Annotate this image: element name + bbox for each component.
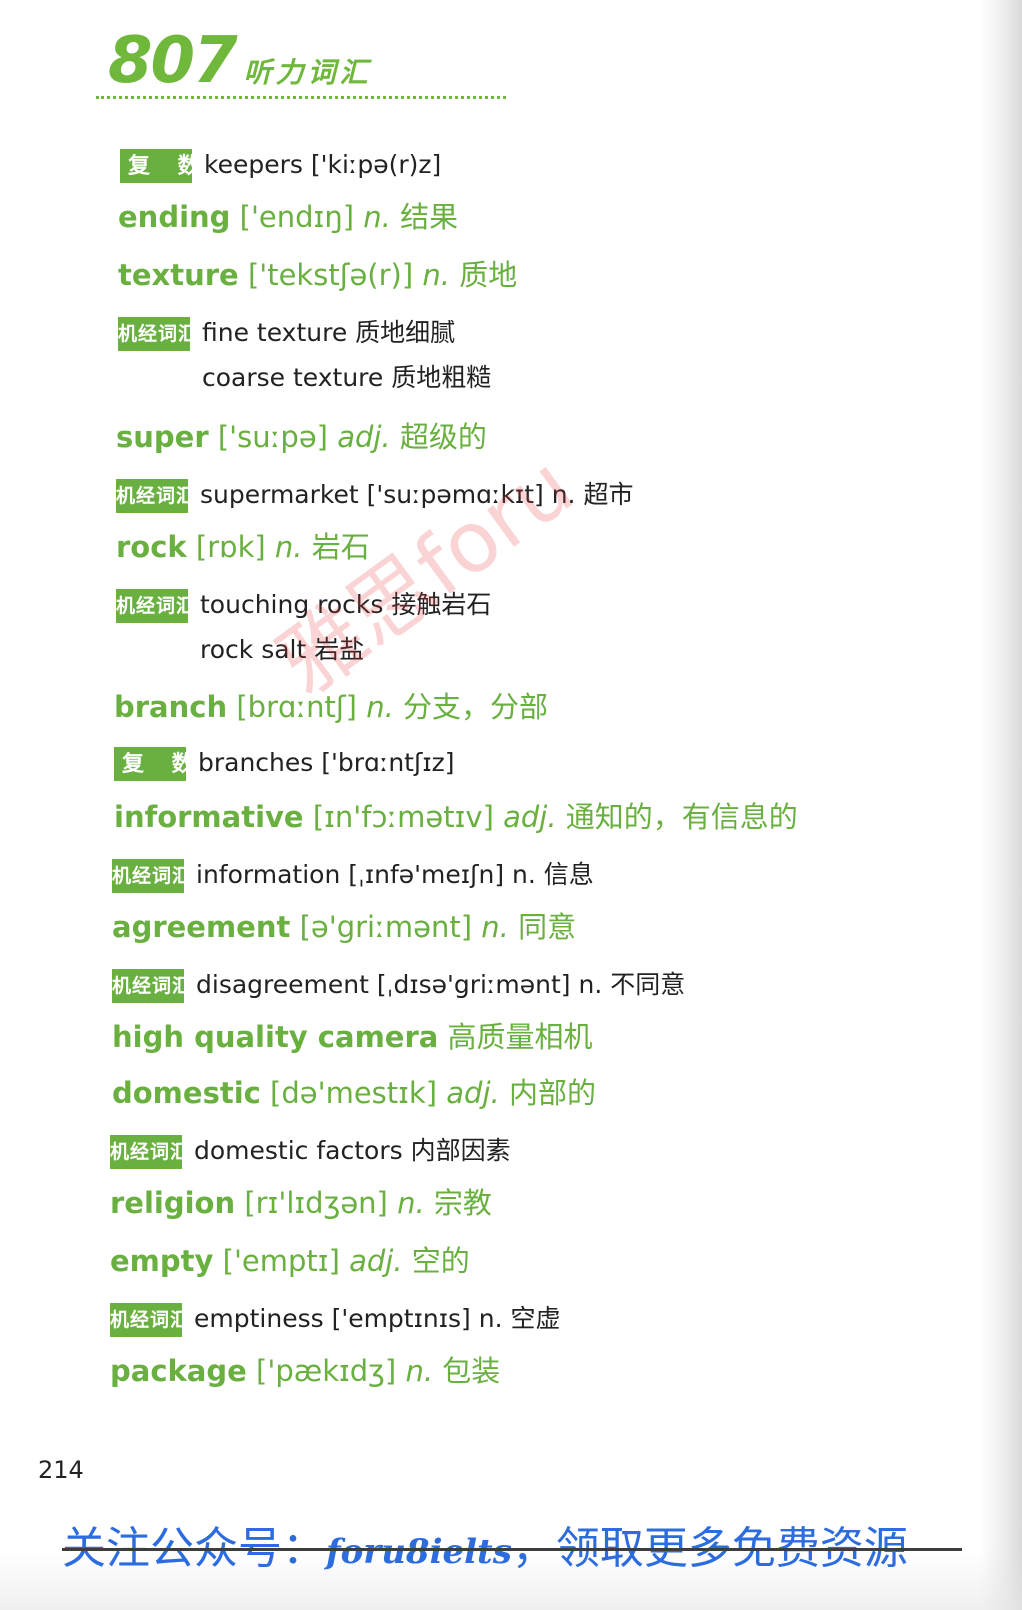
entry-part-of-speech: n. [422,258,450,292]
exam-vocab-badge: 机经词汇 [112,859,191,893]
exam-vocab-badge: 机经词汇 [116,479,195,513]
subentry-line: 复 数keepers ['kiːpə(r)z] [120,148,441,183]
entry-part-of-speech: n. [274,530,303,564]
header-dotted-rule [96,96,506,99]
entry-phonetic: [rɒk] [195,530,266,564]
vocab-subentry: 复 数branches ['brɑːntʃɪz] [114,746,455,781]
subentry-line: 机经词汇 domestic factors 内部因素 [110,1134,511,1169]
entry-meaning: 超级的 [399,420,487,454]
plural-badge: 复 数 [120,149,200,183]
entry-part-of-speech: n. [405,1354,434,1388]
vocab-subentry: 机经词汇 fine texture 质地细腻 coarse texture 质地粗糙 [118,316,491,395]
entry-part-of-speech: n. [366,690,394,724]
subentry-line: 机经词汇 disagreement [ˌdɪsə'griːmənt] n. 不同意 [112,968,685,1003]
exam-vocab-badge: 机经词汇 [116,589,195,623]
entry-phonetic: [ə'griːmənt] [299,910,473,944]
subentry-line: 复 数branches ['brɑːntʃɪz] [114,746,455,781]
vocab-subentry: 机经词汇 emptiness ['emptɪnɪs] n. 空虚 [110,1302,561,1337]
subentry-text: keepers ['kiːpə(r)z] [204,150,442,179]
vocab-entry: texture ['tekstʃə(r)] n. 质地 [118,258,517,292]
entry-word: branch [114,690,228,724]
entry-phonetic: [ɪn'fɔːmətɪv] [312,800,494,834]
entry-word: religion [110,1186,236,1220]
vocab-entry: agreement [ə'griːmənt] n. 同意 [112,910,576,944]
entry-word: agreement [112,910,291,944]
entry-meaning: 高质量相机 [447,1020,593,1054]
entry-phonetic: ['emptɪ] [222,1244,340,1278]
watermark: 雅思foru [260,436,591,714]
subentry-text: disagreement [ˌdɪsə'griːmənt] n. 不同意 [196,970,686,999]
vocab-subentry: 复 数keepers ['kiːpə(r)z] [120,148,441,183]
section-number: 807 [108,24,238,98]
vocab-entry: super ['suːpə] adj. 超级的 [116,420,487,454]
vocab-entry: informative [ɪn'fɔːmətɪv] adj. 通知的，有信息的 [114,800,798,834]
subentry-line: 机经词汇 emptiness ['emptɪnɪs] n. 空虚 [110,1302,561,1337]
entry-part-of-speech: adj. [503,800,557,834]
entry-meaning: 分支，分部 [403,690,549,724]
subentry-text: information [ˌɪnfə'meɪʃn] n. 信息 [196,860,594,889]
entry-phonetic: ['tekstʃə(r)] [247,258,414,292]
entry-word: informative [114,800,304,834]
vocab-entry: religion [rɪ'lɪdʒən] n. 宗教 [110,1186,492,1220]
vocab-subentry: 机经词汇 disagreement [ˌdɪsə'griːmənt] n. 不同意 [112,968,685,1003]
entry-phonetic: [rɪ'lɪdʒən] [244,1186,388,1220]
exam-vocab-badge: 机经词汇 [118,317,197,351]
exam-vocab-badge: 机经词汇 [112,969,191,1003]
vocab-entry: package ['pækɪdʒ] n. 包装 [110,1354,500,1388]
entry-part-of-speech: n. [363,200,391,234]
subentry-line: 机经词汇 information [ˌɪnfə'meɪʃn] n. 信息 [112,858,594,893]
entry-meaning: 通知的，有信息的 [565,800,798,834]
entry-word: empty [110,1244,214,1278]
section-header: 807 听力词汇 [108,26,372,96]
page-number: 214 [38,1456,84,1484]
subentry-text: branches ['brɑːntʃɪz] [198,748,455,777]
entry-word: super [116,420,209,454]
subentry-text: fine texture 质地细腻 [202,318,456,347]
footer-strike-line [62,1548,962,1551]
vocab-entry: domestic [də'mestɪk] adj. 内部的 [112,1076,596,1110]
entry-meaning: 同意 [518,910,577,944]
entry-part-of-speech: adj. [446,1076,500,1110]
entry-phonetic: [də'mestɪk] [270,1076,438,1110]
entry-word: high quality camera [112,1020,439,1054]
page-edge [980,0,1022,1610]
entry-part-of-speech: n. [397,1186,425,1220]
entry-word: package [110,1354,247,1388]
vocab-entry: ending ['endɪŋ] n. 结果 [118,200,458,234]
vocab-subentry: 机经词汇 domestic factors 内部因素 [110,1134,511,1169]
entry-part-of-speech: adj. [349,1244,403,1278]
subentry-line: 机经词汇 fine texture 质地细腻 [118,316,491,351]
entry-meaning: 结果 [400,200,459,234]
subentry-text-2: coarse texture 质地粗糙 [202,363,492,392]
entry-phonetic: ['pækɪdʒ] [256,1354,397,1388]
section-title: 听力词汇 [243,56,372,89]
exam-vocab-badge: 机经词汇 [110,1135,189,1169]
exam-vocab-badge: 机经词汇 [110,1303,189,1337]
footer-handle: foru8ielts [326,1532,512,1572]
entry-meaning: 宗教 [433,1186,492,1220]
vocab-entry: high quality camera 高质量相机 [112,1020,593,1054]
entry-part-of-speech: adj. [337,420,391,454]
entry-meaning: 空的 [411,1244,470,1278]
subentry-text: domestic factors 内部因素 [194,1136,511,1165]
footer-promo: 关注公众号：foru8ielts，领取更多免费资源 [62,1512,908,1576]
entry-phonetic: ['endɪŋ] [239,200,355,234]
entry-phonetic: ['suːpə] [217,420,328,454]
entry-part-of-speech: n. [481,910,509,944]
vocab-subentry: 机经词汇 information [ˌɪnfə'meɪʃn] n. 信息 [112,858,594,893]
entry-word: ending [118,200,231,234]
vocab-entry: empty ['emptɪ] adj. 空的 [110,1244,470,1278]
entry-word: domestic [112,1076,261,1110]
entry-meaning: 内部的 [508,1076,596,1110]
plural-badge: 复 数 [114,747,194,781]
vocab-entry: rock [rɒk] n. 岩石 [116,530,370,564]
entry-meaning: 质地 [459,258,518,292]
subentry-text: emptiness ['emptɪnɪs] n. 空虚 [194,1304,561,1333]
entry-word: texture [118,258,239,292]
entry-word: rock [116,530,187,564]
entry-meaning: 包装 [442,1354,501,1388]
